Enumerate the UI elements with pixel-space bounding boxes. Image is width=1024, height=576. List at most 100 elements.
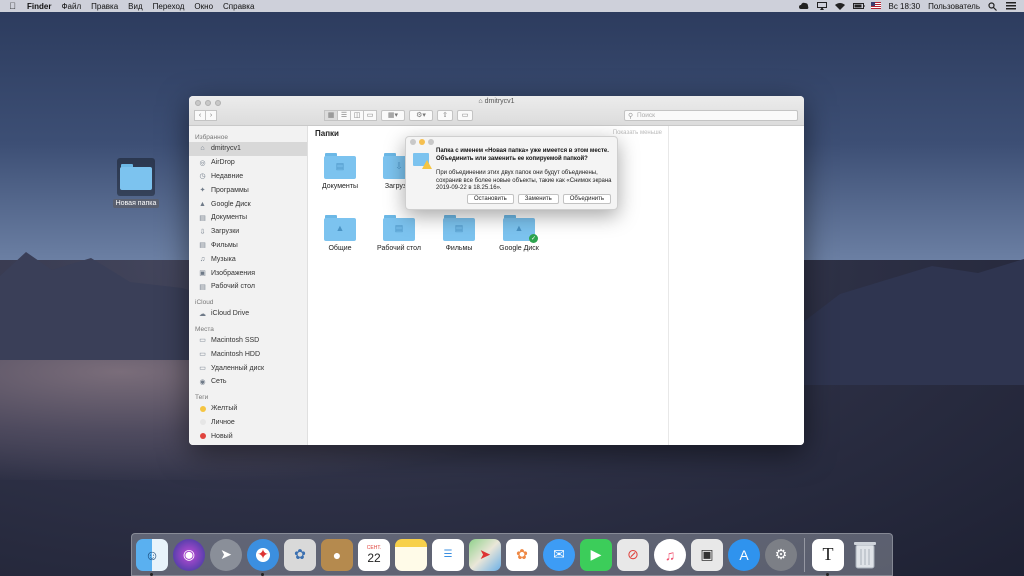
menu-user[interactable]: Пользователь xyxy=(928,2,980,11)
finder-icon[interactable]: ☺ xyxy=(136,538,168,576)
replace-button[interactable]: Заменить xyxy=(517,194,559,204)
music-icon: ♫ xyxy=(199,255,206,263)
view-mode-group: ▦ ☰ ◫ ▭ xyxy=(324,109,377,121)
sidebar-item-documents[interactable]: ▤ Документы xyxy=(189,211,307,225)
running-indicator xyxy=(826,572,829,576)
photos-icon[interactable]: ✿ xyxy=(506,538,538,571)
siri-icon[interactable]: ◉ xyxy=(173,538,205,571)
folder-item-documents[interactable]: ▤ Документы xyxy=(310,153,370,190)
folder-item-google-drive[interactable]: ▲ ✓ Google Диск xyxy=(489,215,549,252)
notification-center-icon[interactable] xyxy=(1006,2,1016,10)
tags-button[interactable]: ▭ xyxy=(457,109,473,121)
sidebar-item-music[interactable]: ♫ Музыка xyxy=(189,252,307,266)
menu-edit[interactable]: Правка xyxy=(91,2,118,11)
menu-clock[interactable]: Вс 18:30 xyxy=(889,2,921,11)
merge-button[interactable]: Объединить xyxy=(562,194,611,204)
mail-icon[interactable]: ✿ xyxy=(284,538,316,571)
maps-icon[interactable]: ➤ xyxy=(469,538,501,571)
sidebar-item-macintosh-hdd[interactable]: ▭ Macintosh HDD xyxy=(189,347,307,361)
screenshot-icon[interactable]: ▣ xyxy=(691,538,723,571)
wifi-icon[interactable] xyxy=(834,2,845,10)
dialog-buttons: Остановить Заменить Объединить xyxy=(467,194,611,204)
folder-icon xyxy=(117,158,155,196)
search-input[interactable]: ⚲ Поиск xyxy=(624,109,798,121)
disk-icon: ▭ xyxy=(199,351,206,359)
notes-icon[interactable] xyxy=(395,538,427,571)
airplay-icon[interactable] xyxy=(816,2,827,10)
icon-view-button[interactable]: ▦ xyxy=(324,109,338,121)
gear-icon: ⚙▾ xyxy=(416,112,426,119)
contacts-icon[interactable]: ● xyxy=(321,538,353,571)
cloud-sync-icon[interactable] xyxy=(798,2,809,10)
reminders-icon[interactable]: ☰ xyxy=(432,538,464,571)
show-less-link[interactable]: Показать меньше xyxy=(613,130,662,136)
calendar-icon[interactable]: СЕНТ. 22 xyxy=(358,538,390,571)
sidebar-item-remote-disc[interactable]: ▭ Удаленный диск xyxy=(189,361,307,375)
menu-help[interactable]: Справка xyxy=(223,2,254,11)
menu-go[interactable]: Переход xyxy=(153,2,185,11)
sidebar-item-downloads[interactable]: ⇩ Загрузки xyxy=(189,225,307,239)
sidebar-item-macintosh-ssd[interactable]: ▭ Macintosh SSD xyxy=(189,334,307,348)
sidebar-header-icloud: iCloud xyxy=(195,298,214,306)
sidebar-item-network[interactable]: ◉ Сеть xyxy=(189,375,307,389)
sidebar-item-icloud-drive[interactable]: ☁ iCloud Drive xyxy=(189,307,307,321)
folder-icon: ▤ xyxy=(443,215,475,241)
flag-us-icon[interactable] xyxy=(870,2,881,10)
spotlight-icon[interactable] xyxy=(988,2,998,11)
menu-view[interactable]: Вид xyxy=(128,2,142,11)
tag-red-dot-icon xyxy=(199,433,206,440)
sidebar-item-pictures[interactable]: ▣ Изображения xyxy=(189,266,307,280)
column-view-button[interactable]: ◫ xyxy=(350,109,364,121)
sidebar-item-desktop[interactable]: ▤ Рабочий стол xyxy=(189,280,307,294)
menu-app-finder[interactable]: Finder xyxy=(27,2,51,11)
disk-icon: ▭ xyxy=(199,337,206,345)
safari-icon[interactable]: ✦ xyxy=(247,538,279,576)
forward-button[interactable]: › xyxy=(205,109,217,121)
finder-titlebar: ⌂ dmitrycv1 ‹ › ▦ ☰ ◫ ▭ ▦▾ ⚙▾ ⇧ ▭ ⚲ Поис… xyxy=(189,96,804,126)
sidebar-item-home[interactable]: ⌂ dmitrycv1 xyxy=(189,142,307,156)
sidebar-item-movies[interactable]: ▤ Фильмы xyxy=(189,239,307,253)
settings-icon[interactable]: ⚙ xyxy=(765,538,797,571)
folder-item-movies[interactable]: ▤ Фильмы xyxy=(429,215,489,252)
dialog-zoom-button[interactable] xyxy=(428,139,434,145)
sidebar-tag-new[interactable]: Новый xyxy=(189,429,307,443)
news-icon[interactable]: ⊘ xyxy=(617,538,649,571)
dialog-info: При объединении этих двух папок они буду… xyxy=(436,170,612,191)
dialog-minimize-button[interactable] xyxy=(419,139,425,145)
desktop-folder[interactable]: Новая папка xyxy=(112,158,160,208)
sidebar-item-recents[interactable]: ◷ Недавние xyxy=(189,170,307,184)
sidebar-tag-personal[interactable]: Личное xyxy=(189,416,307,430)
list-view-button[interactable]: ☰ xyxy=(337,109,351,121)
battery-icon[interactable] xyxy=(852,2,864,10)
list-icon: ☰ xyxy=(340,112,348,119)
sidebar-item-applications[interactable]: ✦ Программы xyxy=(189,183,307,197)
group-by-button[interactable]: ▦▾ xyxy=(381,109,405,121)
dialog-close-button[interactable] xyxy=(410,139,416,145)
folder-item-shared[interactable]: ▲ Общие xyxy=(310,215,370,252)
apple-menu-icon[interactable]:  xyxy=(8,1,17,11)
facetime-icon[interactable]: ▶ xyxy=(580,538,612,571)
desktop-icon: ▤ xyxy=(394,223,404,233)
drive-icon: ▲ xyxy=(514,223,524,233)
action-button[interactable]: ⚙▾ xyxy=(409,109,433,121)
music-icon[interactable]: ♫ xyxy=(654,538,686,571)
search-icon: ⚲ xyxy=(628,112,634,120)
launchpad-icon[interactable]: ➤ xyxy=(210,538,242,571)
trash-icon[interactable] xyxy=(849,539,881,571)
sidebar-item-google-drive[interactable]: ▲ Google Диск xyxy=(189,197,307,211)
sidebar-tag-yellow[interactable]: Желтый xyxy=(189,402,307,416)
folder-item-desktop[interactable]: ▤ Рабочий стол xyxy=(369,215,429,252)
sidebar-item-airdrop[interactable]: ◎ AirDrop xyxy=(189,156,307,170)
home-icon: ⌂ xyxy=(478,98,483,105)
stop-button[interactable]: Остановить xyxy=(467,194,514,204)
messages-icon[interactable]: ✉ xyxy=(543,538,575,571)
dialog-message: Папка с именем «Новая папка» уже имеется… xyxy=(436,148,609,162)
gallery-view-button[interactable]: ▭ xyxy=(363,109,377,121)
menu-bar:  Finder Файл Правка Вид Переход Окно Сп… xyxy=(0,0,1024,12)
menu-file[interactable]: Файл xyxy=(61,2,81,11)
home-icon: ⌂ xyxy=(200,145,205,153)
appstore-icon[interactable]: A xyxy=(728,538,760,571)
menu-window[interactable]: Окно xyxy=(194,2,213,11)
textedit-icon[interactable]: T xyxy=(812,538,844,576)
share-button[interactable]: ⇧ xyxy=(437,109,453,121)
